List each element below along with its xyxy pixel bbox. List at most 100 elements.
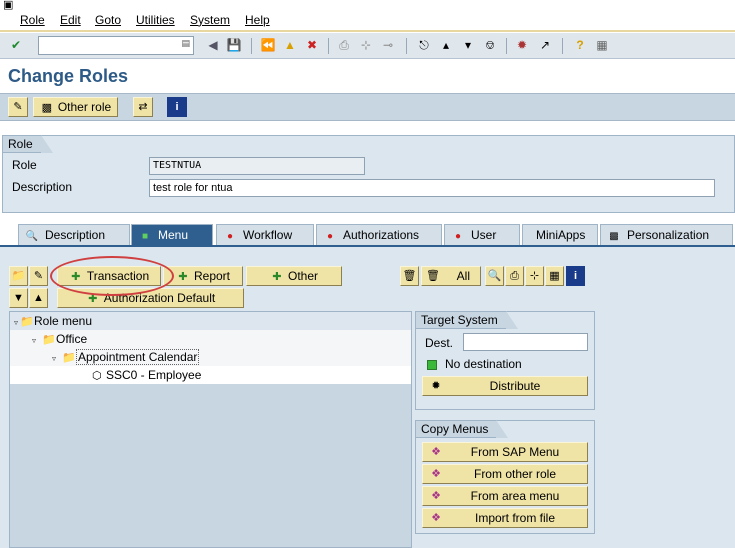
print-icon[interactable]: ⎙	[336, 37, 352, 54]
tab-workflow[interactable]: ● Workflow	[216, 224, 314, 246]
from-area-menu-button[interactable]: ❖ From area menu	[422, 486, 588, 506]
info-icon: i	[573, 270, 578, 282]
previous-page-icon[interactable]: ▴	[438, 37, 454, 54]
separator	[328, 38, 329, 54]
collapse-left-icon[interactable]: ◀	[205, 37, 221, 54]
copy-menus-group: Copy Menus ❖ From SAP Menu ❖ From other ro…	[415, 420, 595, 534]
find-tree-button[interactable]: ⊹	[525, 266, 544, 286]
info-tree-button[interactable]: i	[566, 266, 585, 286]
trash-all-icon: 🗑	[426, 270, 440, 282]
other-role-button[interactable]: ▩ Other role	[33, 97, 118, 117]
find-next-icon[interactable]: ⊸	[380, 37, 396, 54]
back-icon[interactable]: ⏪	[260, 37, 276, 54]
tab-description-label: Description	[45, 228, 106, 242]
dropdown-icon[interactable]: ▤	[181, 38, 190, 49]
tab-personalization[interactable]: ▩ Personalization	[600, 224, 733, 246]
add-report-icon: ✚	[178, 271, 188, 283]
dest-field[interactable]	[463, 333, 588, 351]
tab-user[interactable]: ● User	[444, 224, 520, 246]
from-other-role-button[interactable]: ❖ From other role	[422, 464, 588, 484]
grid-button[interactable]: ▦	[545, 266, 564, 286]
tab-description[interactable]: 🔍 Description	[18, 224, 130, 246]
from-other-role-label: From other role	[473, 467, 557, 481]
tab-authorizations-label: Authorizations	[343, 228, 420, 242]
info-button[interactable]: i	[167, 97, 187, 117]
tree-item-label: Role menu	[34, 314, 93, 328]
grid-icon: ▦	[549, 270, 560, 282]
separator	[562, 38, 563, 54]
folder-icon: 📁	[62, 352, 76, 364]
display-change-button[interactable]: ✎	[8, 97, 28, 117]
arrow-up-icon: ▲	[33, 292, 44, 304]
delete-all-button[interactable]: 🗑 All	[421, 266, 481, 286]
from-sap-menu-button[interactable]: ❖ From SAP Menu	[422, 442, 588, 462]
tab-menu-label: Menu	[158, 228, 189, 242]
red-status-icon: ●	[326, 231, 334, 242]
cancel-icon[interactable]: ✖	[304, 37, 320, 54]
tab-miniapps[interactable]: MiniApps	[522, 224, 598, 246]
command-field[interactable]: ▤	[38, 36, 194, 55]
rename-button[interactable]: ✎	[29, 266, 48, 286]
title-area: Change Roles	[0, 60, 735, 93]
new-session-icon[interactable]: ✹	[514, 37, 530, 54]
print-tree-button[interactable]: ⎙	[505, 266, 524, 286]
role-field[interactable]: TESTNTUA	[149, 157, 365, 175]
magnifier-icon: 🔍	[25, 231, 39, 242]
add-other-icon: ✚	[272, 271, 282, 283]
role-label: Role	[12, 158, 37, 172]
move-down-button[interactable]: ▼	[9, 288, 28, 308]
system-toolbar: ✔ ▤ ◀ 💾 ⏪ ▲ ✖ ⎙ ⊹ ⊸ ⎋ ▴ ▾ ⎊ ✹ ↗ ? ▦	[0, 33, 735, 59]
role-group: Role Role TESTNTUA Description test role…	[2, 135, 735, 213]
red-status-icon: ●	[454, 231, 462, 242]
folder-icon: 📁	[11, 270, 26, 282]
binoculars-icon: ⊹	[529, 270, 540, 282]
enter-icon[interactable]: ✔	[8, 37, 24, 54]
tab-strip: 🔍 Description ■ Menu ● Workflow ● Authorizat…	[0, 222, 735, 246]
transaction-icon: ⬡	[92, 370, 102, 382]
layout-menu-icon[interactable]: ▦	[594, 37, 610, 54]
distribute-button[interactable]: ✹ Distribute	[422, 376, 588, 396]
menu-role[interactable]: Role	[20, 13, 45, 27]
move-up-button[interactable]: ▲	[29, 288, 48, 308]
last-page-icon[interactable]: ⎊	[482, 37, 498, 54]
tree-row[interactable]: ▿ 📁 Appointment Calendar	[10, 348, 411, 366]
page-title: Change Roles	[8, 66, 129, 86]
from-area-menu-label: From area menu	[470, 489, 560, 503]
delete-button[interactable]: 🗑	[400, 266, 419, 286]
first-page-icon[interactable]: ⎋	[416, 37, 432, 54]
import-from-file-button[interactable]: ❖ Import from file	[422, 508, 588, 528]
tree-row[interactable]: ⬡ SSC0 - Employee	[10, 366, 411, 384]
dest-label: Dest.	[425, 336, 454, 350]
menu-system[interactable]: System	[190, 13, 230, 27]
shortcut-icon[interactable]: ↗	[537, 37, 553, 54]
copy-menu-icon: ❖	[431, 446, 441, 458]
description-field[interactable]: test role for ntua	[149, 179, 715, 197]
exit-icon[interactable]: ▲	[282, 37, 298, 54]
other-role-icon: ▩	[41, 102, 53, 114]
tab-authorizations[interactable]: ● Authorizations	[316, 224, 442, 246]
menu-utilities[interactable]: Utilities	[136, 13, 175, 27]
hierarchy-button[interactable]: ⇄	[133, 97, 153, 117]
separator	[406, 38, 407, 54]
save-icon[interactable]: 💾	[226, 37, 242, 54]
menu-help[interactable]: Help	[245, 13, 270, 27]
other-button[interactable]: ✚ Other	[246, 266, 342, 286]
distribute-icon: ✹	[431, 380, 441, 392]
description-label: Description	[12, 180, 73, 194]
copy-menu-icon: ❖	[431, 468, 441, 480]
tree-row[interactable]: ▿ 📁Role menu	[10, 312, 411, 330]
next-page-icon[interactable]: ▾	[460, 37, 476, 54]
help-icon[interactable]: ?	[572, 37, 588, 54]
menu-edit[interactable]: Edit	[60, 13, 81, 27]
report-button[interactable]: ✚ Report	[163, 266, 243, 286]
tab-menu[interactable]: ■ Menu	[131, 224, 213, 246]
tree-row[interactable]: ▿ 📁Office	[10, 330, 411, 348]
target-system-group: Target System Dest. No destination ✹ Dist…	[415, 311, 595, 410]
find-icon[interactable]: ⊹	[358, 37, 374, 54]
report-label: Report	[193, 269, 231, 283]
menu-goto[interactable]: Goto	[95, 13, 121, 27]
application-toolbar: ✎ ▩ Other role ⇄ i	[0, 93, 735, 121]
create-folder-button[interactable]: 📁	[9, 266, 28, 286]
import-from-file-label: Import from file	[474, 511, 555, 525]
zoom-button[interactable]: 🔍	[485, 266, 504, 286]
